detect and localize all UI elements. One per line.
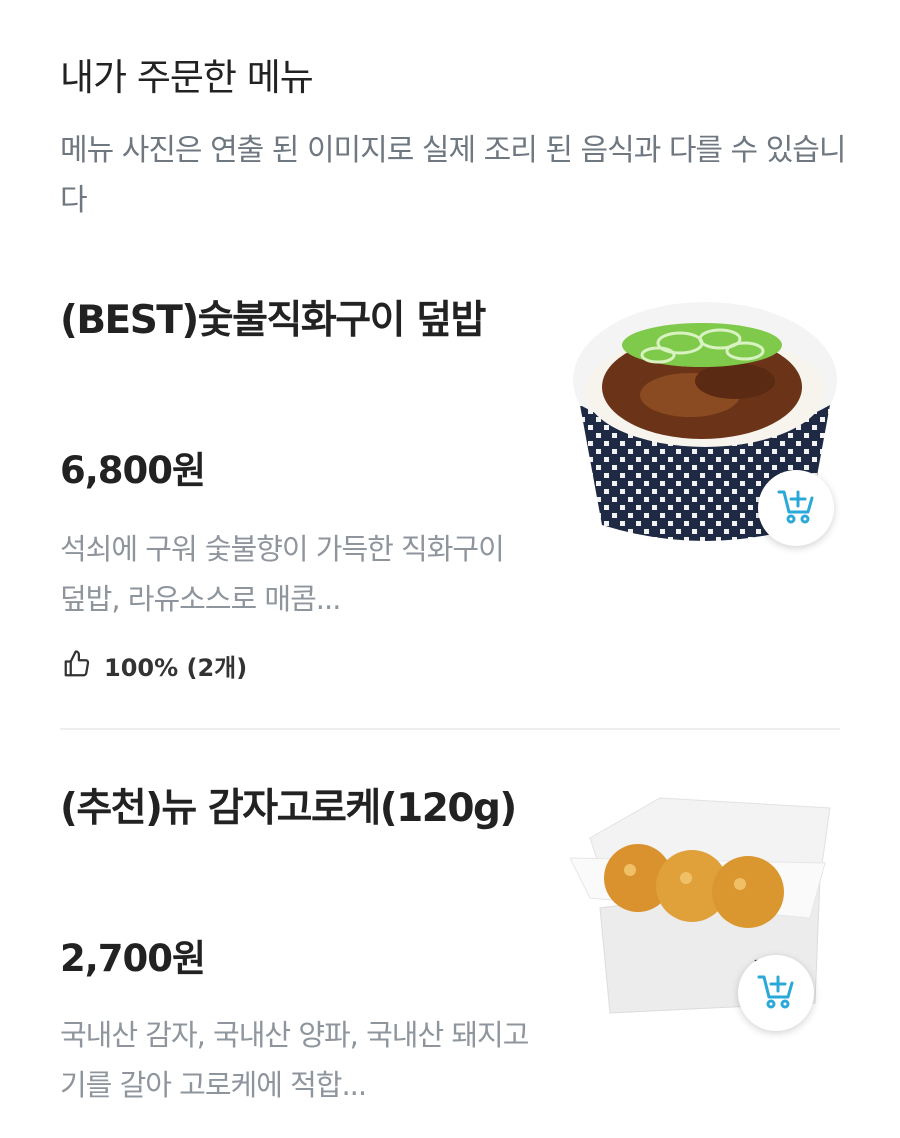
menu-item[interactable]: (BEST)숯불직화구이 덮밥 6,800원 석쇠에 구워 숯불향이 가득한 직… [60, 290, 840, 730]
rating: 100% (2개) [62, 648, 247, 683]
section-description: 메뉴 사진은 연출 된 이미지로 실제 조리 된 음식과 다를 수 있습니다 [60, 133, 847, 218]
cart-plus-icon [756, 971, 796, 1015]
section-title: 내가 주문한 메뉴 [60, 56, 314, 99]
ordered-menu-header: 내가 주문한 메뉴 메뉴 사진은 연출 된 이미지로 실제 조리 된 음식과 다… [60, 52, 860, 226]
menu-item-name: (추천)뉴 감자고로케(120g) [60, 786, 517, 831]
menu-item-description: 국내산 감자, 국내산 양파, 국내산 돼지고기를 갈아 고로케에 적합... [60, 1018, 529, 1102]
menu-item-price: 2,700원 [60, 937, 206, 980]
thumbs-up-icon [62, 649, 92, 683]
divider [60, 728, 840, 730]
add-to-cart-button[interactable] [758, 470, 834, 546]
menu-item-name: (BEST)숯불직화구이 덮밥 [60, 298, 486, 343]
menu-item[interactable]: (추천)뉴 감자고로케(120g) 2,700원 국내산 감자, 국내산 양파,… [60, 778, 840, 1138]
add-to-cart-button[interactable] [738, 955, 814, 1031]
cart-plus-icon [776, 486, 816, 530]
menu-item-price: 6,800원 [60, 449, 206, 492]
rating-text: 100% (2개) [104, 654, 248, 682]
menu-item-description: 석쇠에 구워 숯불향이 가득한 직화구이 덮밥, 라유소스로 매콤... [60, 532, 505, 616]
